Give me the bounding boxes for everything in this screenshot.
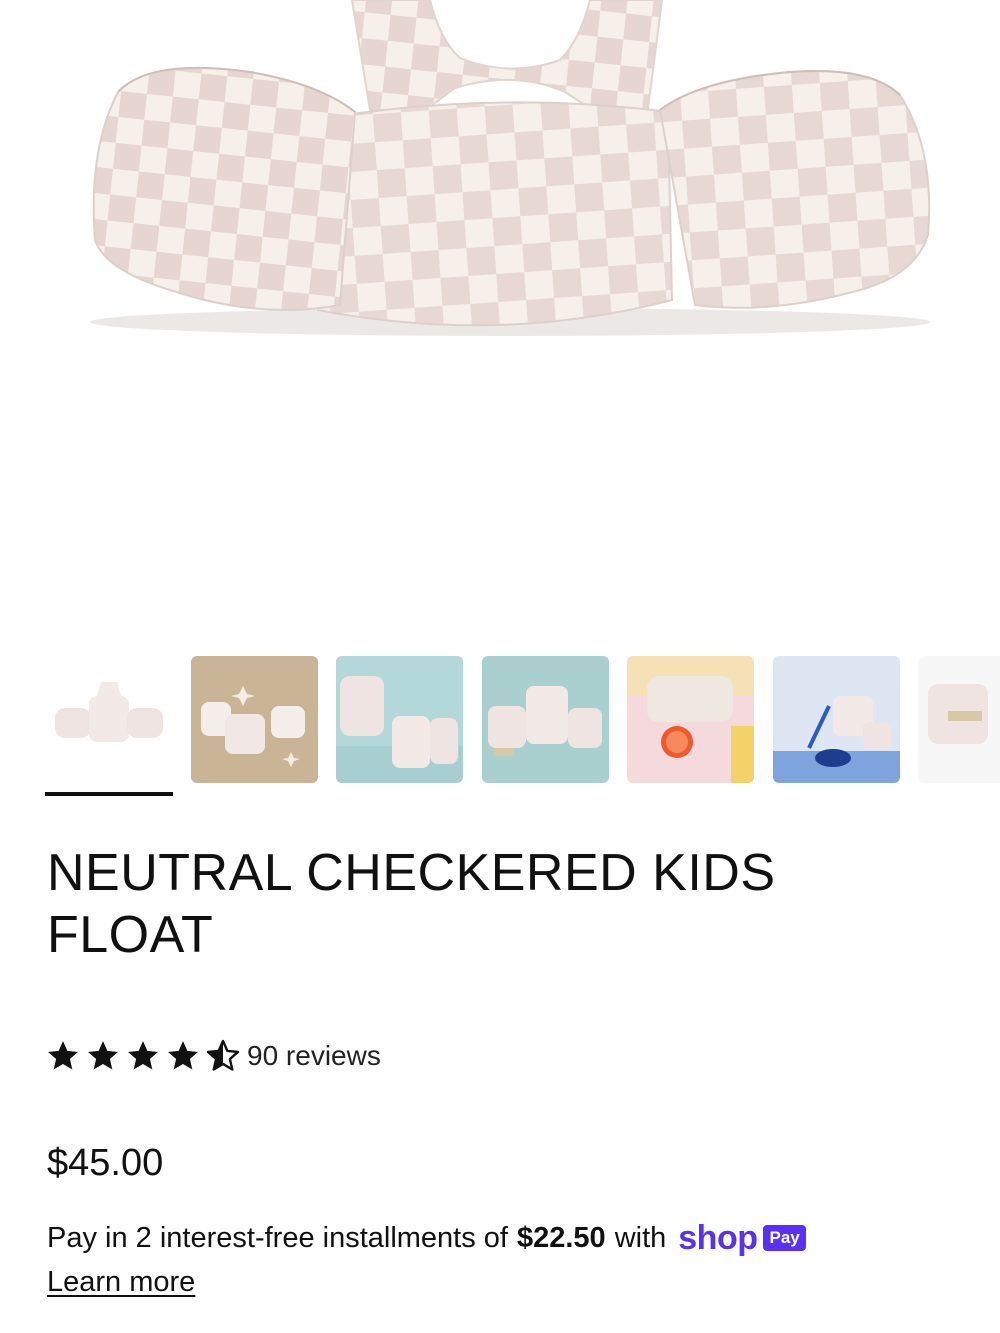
installments-message: Pay in 2 interest-free installments of $…	[47, 1218, 987, 1258]
float-with-grapefruit-icon	[627, 656, 754, 783]
thumbnail-4[interactable]	[482, 656, 609, 783]
star-full-icon	[128, 1041, 158, 1070]
learn-more-link[interactable]: Learn more	[47, 1266, 195, 1299]
float-on-teal-2-icon	[482, 656, 609, 783]
installments-suffix: with	[614, 1222, 667, 1254]
shop-pay-logo: shop	[678, 1219, 758, 1257]
shop-pay-badge: Pay	[763, 1225, 806, 1251]
star-full-icon	[168, 1041, 198, 1070]
thumbnail-2[interactable]	[191, 656, 318, 783]
thumbnail-5[interactable]	[627, 656, 754, 783]
float-on-teal-icon	[336, 656, 463, 783]
thumbnail-1[interactable]	[45, 656, 172, 783]
installment-amount: $22.50	[516, 1222, 606, 1254]
float-on-sand-icon	[191, 656, 318, 783]
product-title: NEUTRAL CHECKERED KIDS FLOAT	[47, 844, 776, 964]
star-half-icon	[206, 1039, 240, 1071]
star-full-icon	[88, 1041, 118, 1070]
rating-stars	[45, 1038, 241, 1074]
float-side-view-icon	[918, 656, 1000, 783]
float-with-snorkel-icon	[773, 656, 900, 783]
star-full-icon	[48, 1041, 78, 1070]
thumbnail-6[interactable]	[773, 656, 900, 783]
reviews-count[interactable]: 90 reviews	[247, 1040, 381, 1072]
thumbnail-strip[interactable]	[45, 656, 1000, 786]
thumbnail-3[interactable]	[336, 656, 463, 783]
float-white-bg-icon	[45, 656, 172, 783]
float-vest-illustration	[90, 0, 931, 336]
thumbnail-7[interactable]	[918, 656, 1000, 783]
installments-prefix: Pay in 2 interest-free installments of	[47, 1222, 508, 1254]
product-rating[interactable]: 90 reviews	[45, 1036, 381, 1076]
product-hero-image[interactable]	[0, 0, 1000, 640]
thumbnail-selected-indicator	[45, 792, 173, 796]
product-price: $45.00	[47, 1142, 164, 1184]
